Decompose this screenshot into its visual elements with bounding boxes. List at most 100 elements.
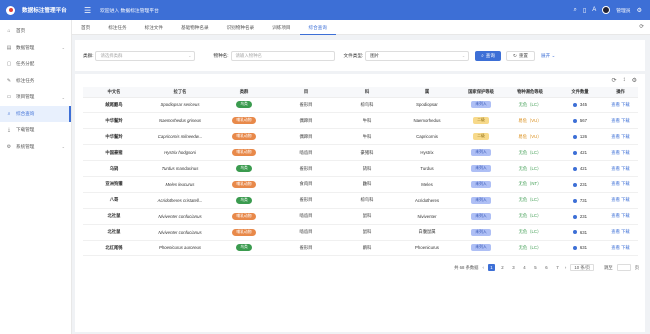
sidebar-item-data[interactable]: ▤ 数据管理 ⌄	[0, 40, 71, 57]
refresh-icon[interactable]: ⟳	[639, 24, 644, 30]
cell-family: 豪猪科	[339, 144, 395, 162]
view-link[interactable]: 查看	[611, 118, 620, 123]
search-icon[interactable]: ⌕	[574, 7, 577, 14]
category-select[interactable]: 请选择类群 ⌄	[95, 50, 196, 61]
file-count: 421	[579, 150, 588, 156]
reload-icon[interactable]: ⟳	[612, 77, 617, 84]
sidebar-item-system[interactable]: ⚙ 系统管理 ⌄	[0, 139, 71, 156]
avatar[interactable]	[602, 6, 611, 14]
protect-level-badge: 未列入	[471, 228, 491, 236]
cell-actions: 查看 下载	[603, 176, 638, 193]
user-name[interactable]: 管理员	[616, 7, 630, 14]
query-button[interactable]: ⌕ 查询	[475, 50, 501, 61]
download-link[interactable]: 下载	[621, 181, 630, 186]
cell-files: 631	[557, 240, 603, 257]
filetype-value: 图片	[370, 52, 379, 58]
tab-label-file[interactable]: 标注文件	[136, 20, 172, 35]
tab-recognized-species[interactable]: 识别物种名录	[218, 20, 264, 35]
download-link[interactable]: 下载	[621, 245, 630, 250]
view-link[interactable]: 查看	[611, 229, 620, 234]
page-3[interactable]: 3	[510, 264, 517, 271]
cell-group: 哺乳动物	[215, 128, 273, 146]
page-6[interactable]: 6	[543, 264, 550, 271]
phone-icon[interactable]: ▯	[583, 7, 586, 14]
download-link[interactable]: 下载	[621, 134, 630, 139]
cell-iucn: 无危（LC）	[503, 224, 557, 241]
file-count: 731	[579, 197, 588, 203]
download-link[interactable]: 下载	[621, 118, 630, 123]
tab-label-task[interactable]: 标注任务	[99, 20, 135, 35]
settings-icon[interactable]: ⚙	[632, 77, 637, 84]
jump-input[interactable]	[616, 264, 631, 271]
species-input[interactable]: 请输入物种名	[230, 50, 335, 61]
home-icon: ⌂	[7, 28, 11, 35]
download-link[interactable]: 下载	[621, 102, 630, 107]
next-page-icon[interactable]: ›	[565, 265, 566, 270]
sidebar-item-label: 任务分配	[16, 61, 35, 67]
download-link[interactable]: 下载	[621, 229, 630, 234]
file-count: 631	[579, 245, 588, 251]
cell-cn-name: 北社鼠	[83, 224, 145, 241]
view-link[interactable]: 查看	[611, 102, 620, 107]
tab-home[interactable]: 首页	[72, 20, 99, 35]
settings-gear-icon[interactable]: ⚙	[637, 7, 642, 14]
download-link[interactable]: 下载	[621, 166, 630, 171]
pagination: 共 68 条数据 ‹ 1 2 3 4 5 6 7 › 10 条/页 跳至 页	[454, 264, 639, 271]
column-header: 文件数量	[557, 87, 603, 98]
translate-icon[interactable]: A	[592, 7, 596, 13]
gear-icon: ⚙	[6, 143, 12, 150]
file-icon	[572, 230, 577, 235]
chevron-down-icon: ⌄	[61, 94, 65, 100]
cell-protect: 未列入	[459, 192, 503, 209]
column-height-icon[interactable]: ↕	[623, 77, 626, 84]
sidebar-item-label-task[interactable]: ✎ 标注任务	[0, 73, 71, 90]
menu-toggle-icon[interactable]: ☰	[84, 6, 94, 15]
sidebar-item-query[interactable]: ⌕ 综合查询	[0, 105, 71, 122]
tab-training-project[interactable]: 训练项目	[263, 20, 299, 35]
cell-protect: 二级	[459, 128, 503, 146]
logo-icon	[6, 5, 15, 15]
database-icon: ▤	[6, 44, 12, 51]
cell-latin-name: Capricornis milneedw...	[145, 128, 215, 146]
view-link[interactable]: 查看	[611, 166, 620, 171]
protect-level-badge: 未列入	[471, 244, 491, 252]
cell-genus: Capricornis	[395, 128, 459, 146]
edit-icon: ✎	[6, 77, 12, 84]
cell-protect: 未列入	[459, 144, 503, 162]
cell-genus: Meles	[395, 176, 459, 193]
page-4[interactable]: 4	[521, 264, 528, 271]
sidebar-item-label: 综合查询	[16, 110, 35, 116]
cell-latin-name: Acridotheres cristatell...	[145, 192, 215, 209]
page-1[interactable]: 1	[487, 264, 495, 271]
cell-protect: 未列入	[459, 240, 503, 257]
sidebar-item-task-assign[interactable]: ▢ 任务分配	[0, 56, 71, 73]
cell-actions: 查看 下载	[603, 128, 638, 146]
cell-latin-name: Niviventer confucianus	[145, 208, 215, 225]
download-link[interactable]: 下载	[621, 197, 630, 202]
view-link[interactable]: 查看	[611, 150, 620, 155]
tab-base-species[interactable]: 基础物种名录	[172, 20, 218, 35]
page-2[interactable]: 2	[499, 264, 506, 271]
page-5[interactable]: 5	[532, 264, 539, 271]
page-size-select[interactable]: 10 条/页	[570, 264, 595, 271]
sidebar-item-home[interactable]: ⌂ 首页	[0, 23, 71, 40]
view-link[interactable]: 查看	[611, 134, 620, 139]
tab-query[interactable]: 综合查询	[299, 20, 336, 35]
download-link[interactable]: 下载	[621, 150, 630, 155]
cell-iucn: 无危（LC）	[503, 97, 557, 114]
cell-family: 鼬科	[339, 176, 395, 193]
results-table: 中文名 拉丁名 类群 目 科 属 国家保护等级 物种濒危等级 文件数量 操作 絨…	[83, 87, 638, 257]
view-link[interactable]: 查看	[611, 181, 620, 186]
sidebar-item-project[interactable]: ▭ 项目管理 ⌄	[0, 89, 71, 106]
download-link[interactable]: 下载	[621, 213, 630, 218]
view-link[interactable]: 查看	[611, 197, 620, 202]
sidebar-item-download[interactable]: ⤓ 下载管理	[0, 122, 71, 139]
cell-group: 哺乳动物	[215, 144, 273, 162]
expand-button[interactable]: 展开 ⌄	[541, 53, 555, 59]
reset-button[interactable]: ↻ 重置	[505, 50, 536, 61]
filetype-select[interactable]: 图片 ⌄	[365, 50, 470, 61]
prev-page-icon[interactable]: ‹	[482, 265, 483, 270]
view-link[interactable]: 查看	[611, 213, 620, 218]
page-7[interactable]: 7	[554, 264, 561, 271]
view-link[interactable]: 查看	[611, 245, 620, 250]
